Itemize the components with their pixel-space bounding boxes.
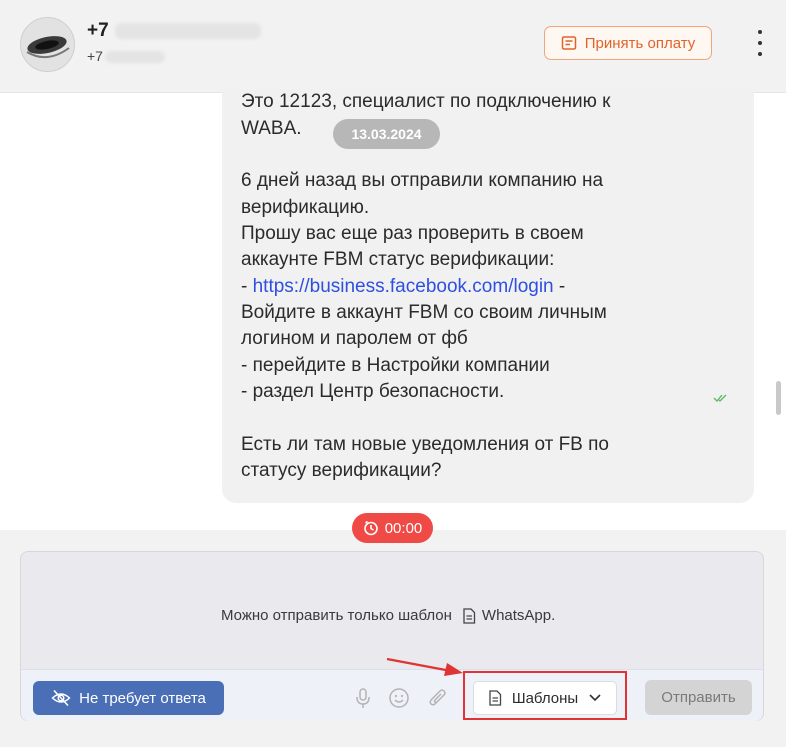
message-line: 6 дней назад вы отправили компанию на [241, 170, 604, 191]
facebook-login-link[interactable]: https://business.facebook.com/login [253, 276, 554, 297]
message-line: Есть ли там новые уведомления от FB по [241, 434, 609, 455]
message-bubble-tail [736, 400, 754, 412]
avatar-image-icon [21, 18, 74, 71]
chat-scrollbar[interactable] [776, 381, 781, 415]
link-suffix: - [553, 276, 566, 297]
microphone-icon[interactable] [352, 687, 374, 709]
template-document-icon [489, 690, 501, 706]
accept-payment-button[interactable]: Принять оплату [544, 26, 712, 60]
no-reply-needed-button[interactable]: Не требует ответа [33, 681, 224, 715]
redacted-phone-digits [114, 22, 261, 39]
message-line: логином и паролем от фб [241, 328, 468, 349]
templates-label: Шаблоны [511, 689, 579, 707]
notice-suffix: WhatsApp. [481, 607, 556, 624]
message-line: верификацию. [241, 197, 370, 218]
message-link-line: - https://business.facebook.com/login - [241, 274, 565, 300]
redacted-phone-digits-sub [104, 51, 165, 64]
no-reply-label: Не требует ответа [79, 689, 206, 707]
eye-off-icon [51, 689, 71, 707]
avatar[interactable] [20, 17, 75, 72]
message-line: статусу верификации? [241, 460, 442, 481]
message-line: - раздел Центр безопасности. [241, 381, 505, 402]
timer-icon [363, 520, 378, 536]
receipt-icon [561, 36, 576, 50]
document-icon [463, 607, 476, 624]
message-line: - перейдите в Настройки компании [241, 355, 550, 376]
send-label: Отправить [661, 689, 736, 706]
contact-phone: +7 [87, 20, 261, 42]
message-line: Это 12123, специалист по подключению к [241, 91, 611, 112]
date-badge: 13.03.2024 [333, 119, 440, 149]
reply-timer-badge: 00:00 [352, 513, 433, 543]
templates-dropdown-button[interactable]: Шаблоны [473, 681, 617, 715]
notice-prefix: Можно отправить только шаблон [221, 607, 452, 624]
emoji-icon[interactable] [388, 687, 410, 709]
chat-header: +7 +7 Принять оплату [0, 0, 786, 93]
template-only-notice: Можно отправить только шаблон WhatsApp. [221, 607, 555, 624]
paperclip-icon[interactable] [427, 687, 449, 709]
send-button[interactable]: Отправить [645, 680, 752, 715]
message-line: Прошу вас еще раз проверить в своем [241, 223, 584, 244]
message-line: аккаунте FBM статус верификации: [241, 249, 555, 270]
timer-value: 00:00 [384, 519, 423, 537]
link-prefix: - [241, 276, 253, 297]
chevron-down-icon [589, 694, 601, 702]
kebab-menu-icon[interactable] [750, 27, 770, 59]
message-line: WABA. [241, 118, 302, 139]
contact-phone-text: +7 [87, 20, 109, 41]
double-check-icon [713, 394, 727, 402]
message-line: Войдите в аккаунт FBM со своим личным [241, 302, 607, 323]
contact-phone-secondary: +7 [87, 48, 165, 64]
contact-phone-sub-text: +7 [87, 48, 103, 64]
annotation-arrow-icon [386, 657, 463, 676]
accept-payment-label: Принять оплату [584, 34, 696, 52]
